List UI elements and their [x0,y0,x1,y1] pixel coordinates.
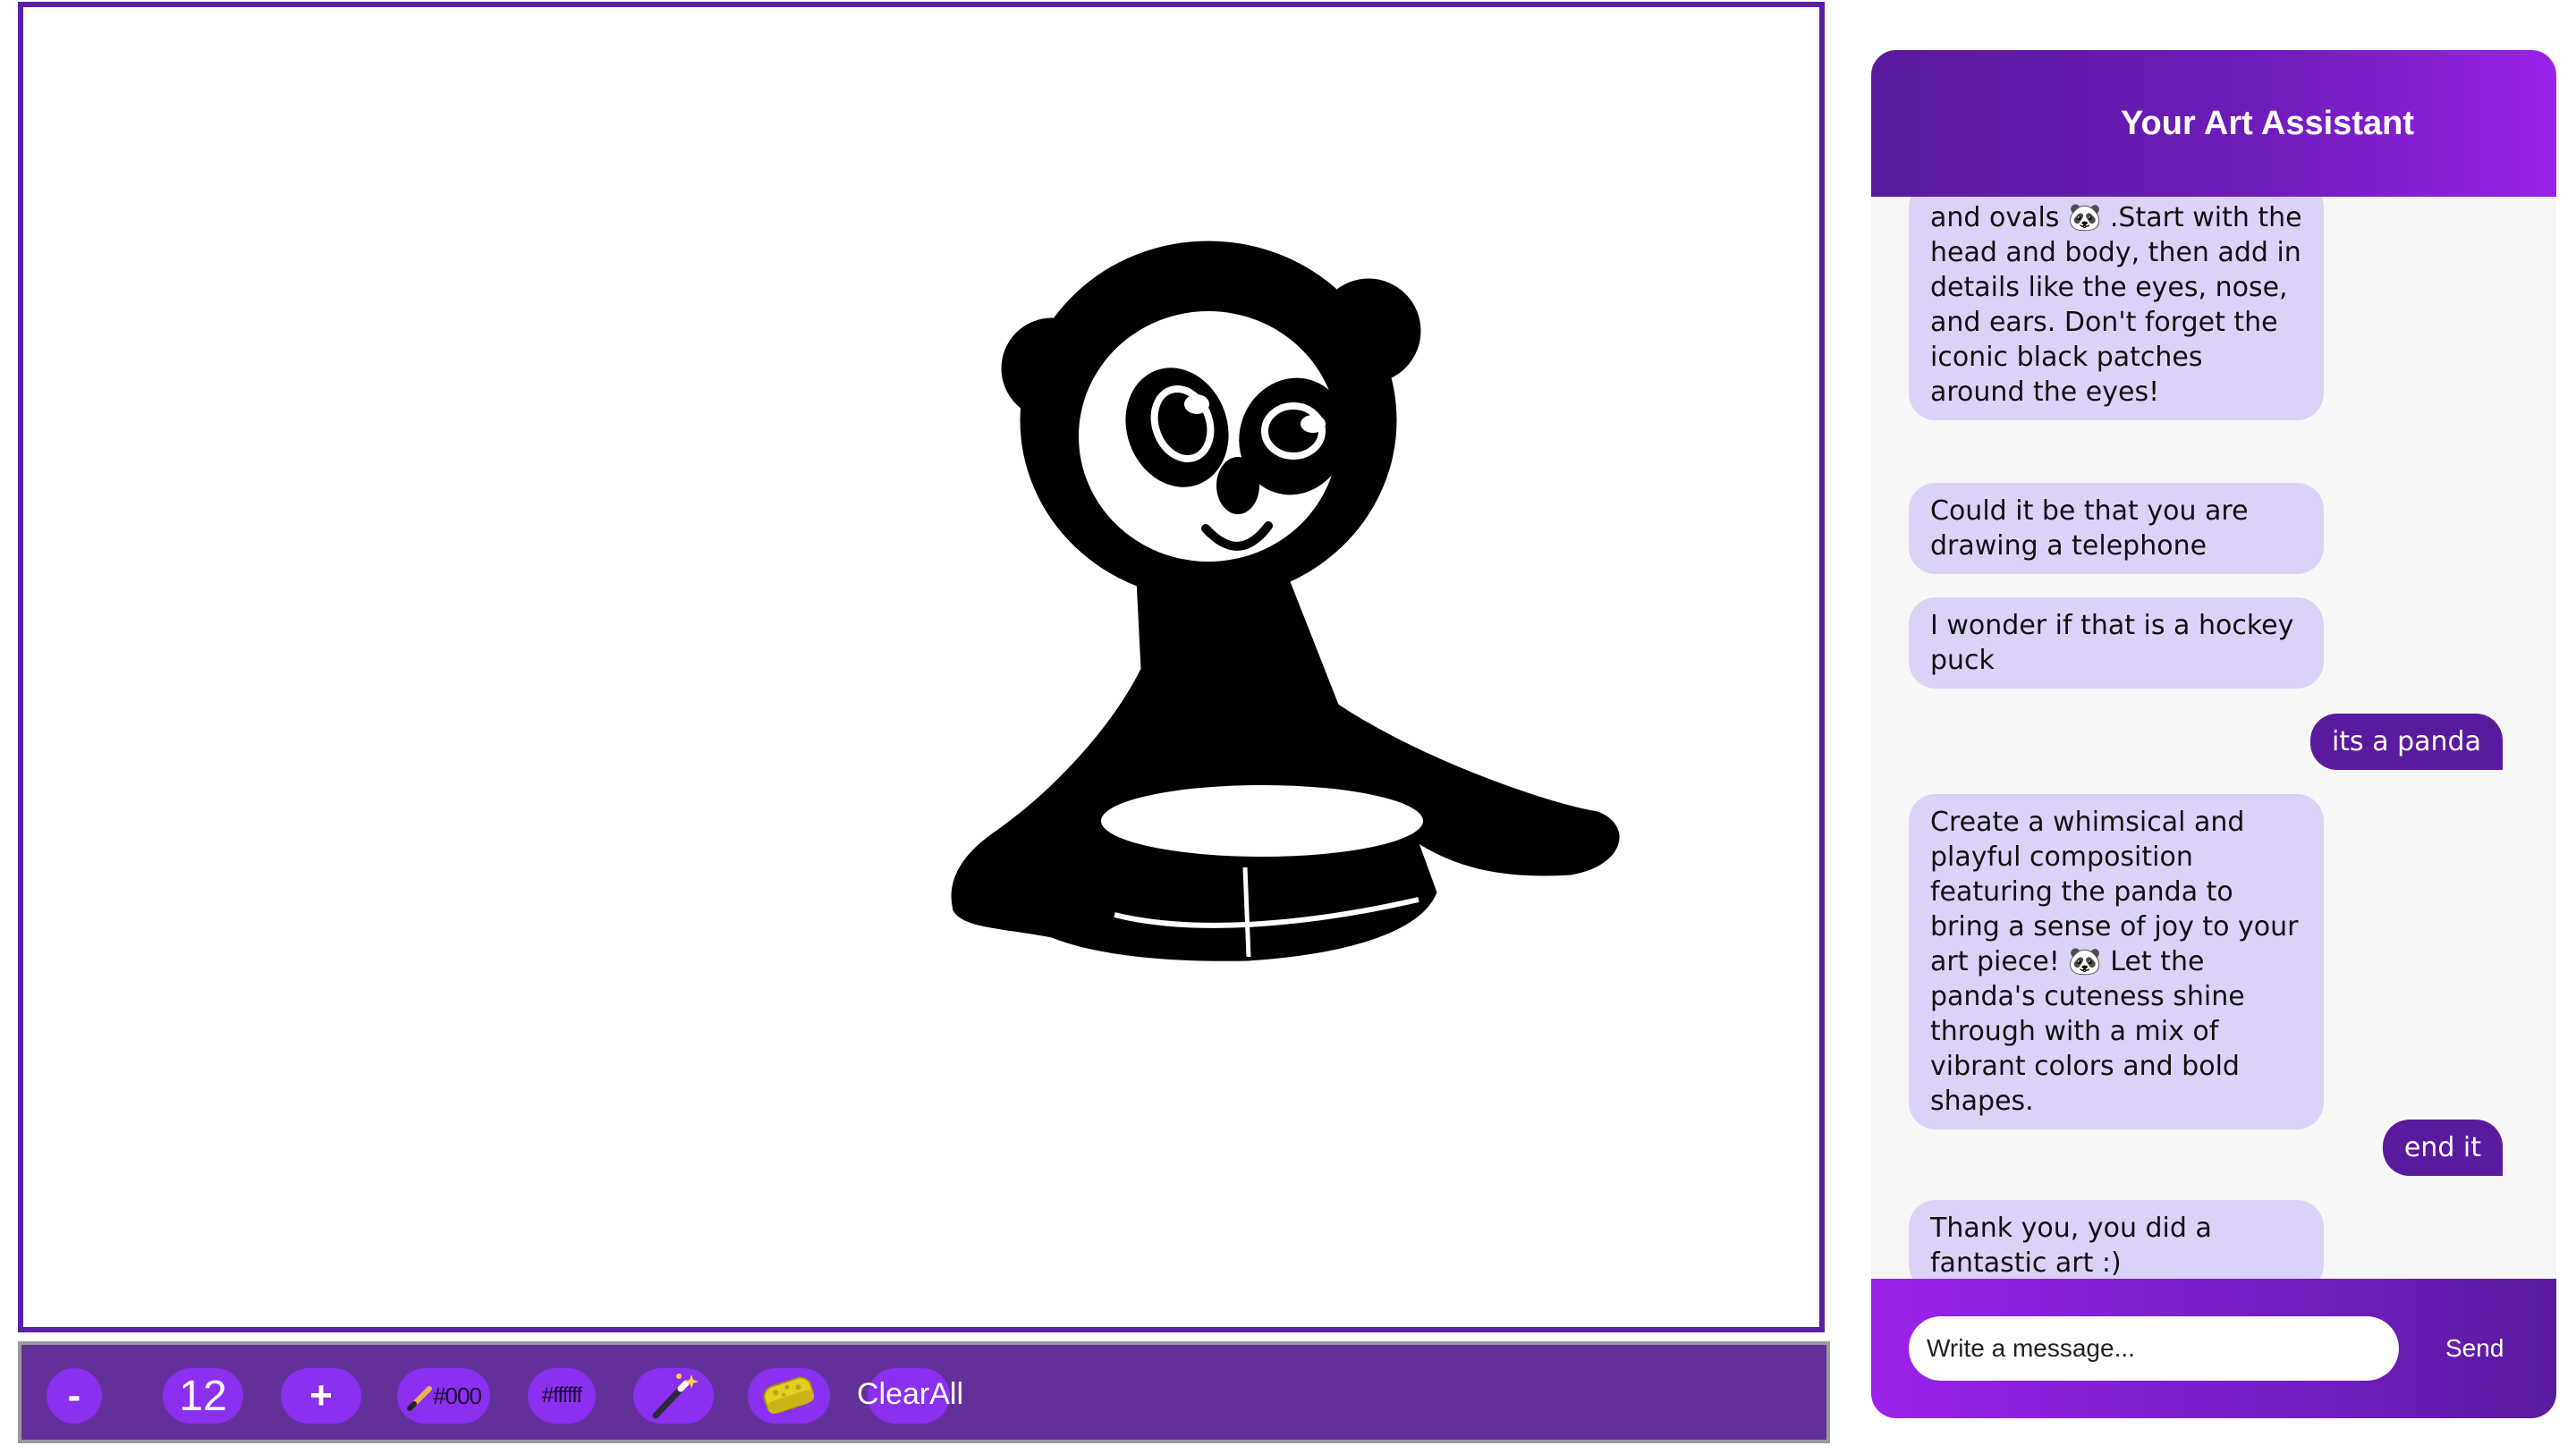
drawing-toolbar: - 12 + #000 #ffffff ClearAll [18,1341,1830,1443]
brush-size-display: 12 [163,1368,243,1424]
magic-wand-icon [652,1374,699,1419]
bot-message: I wonder if that is a hockey puck [1909,597,2324,689]
chat-input-bar: Send [1871,1279,2556,1418]
user-message: end it [2382,1120,2503,1176]
panda-drawing [951,241,1620,961]
sponge-icon [763,1376,815,1414]
user-message: its a panda [2309,714,2503,770]
panda-nose [1216,457,1259,514]
eraser-button[interactable] [748,1368,830,1424]
brush-size-value: 12 [179,1372,227,1420]
decrease-label: - [67,1374,81,1417]
chat-panel: Your Art Assistant and ovals 🐼 .Start wi… [1871,50,2556,1418]
bot-message: Create a whimsical and playful compositi… [1909,794,2324,1129]
message-input[interactable] [1909,1316,2399,1381]
bot-message: Could it be that you are drawing a telep… [1909,483,2324,574]
chat-title: Your Art Assistant [2121,104,2414,142]
clear-all-label[interactable]: ClearAll [857,1377,963,1412]
panda-body [951,579,1620,961]
decrease-size-button[interactable]: - [47,1368,102,1424]
panda-belly [1101,785,1423,857]
send-button[interactable]: Send [2436,1327,2512,1370]
pen-color-label: #000 [433,1382,482,1409]
bot-message: and ovals 🐼 .Start with the head and bod… [1909,197,2324,420]
increase-label: + [309,1374,333,1417]
magic-wand-button[interactable] [633,1368,714,1424]
pencil-icon [407,1386,433,1411]
pen-color-button[interactable]: #000 [397,1368,490,1424]
bot-message: Thank you, you did a fantastic art :) [1909,1200,2324,1279]
drawing-canvas[interactable] [18,2,1825,1332]
increase-size-button[interactable]: + [281,1368,361,1424]
background-color-button[interactable]: #ffffff [528,1368,596,1424]
message-list[interactable]: and ovals 🐼 .Start with the head and bod… [1871,197,2556,1279]
chat-header: Your Art Assistant [1871,50,2556,197]
background-color-label: #ffffff [541,1383,582,1408]
app-root: - 12 + #000 #ffffff ClearAll Your Art As… [0,0,2576,1454]
